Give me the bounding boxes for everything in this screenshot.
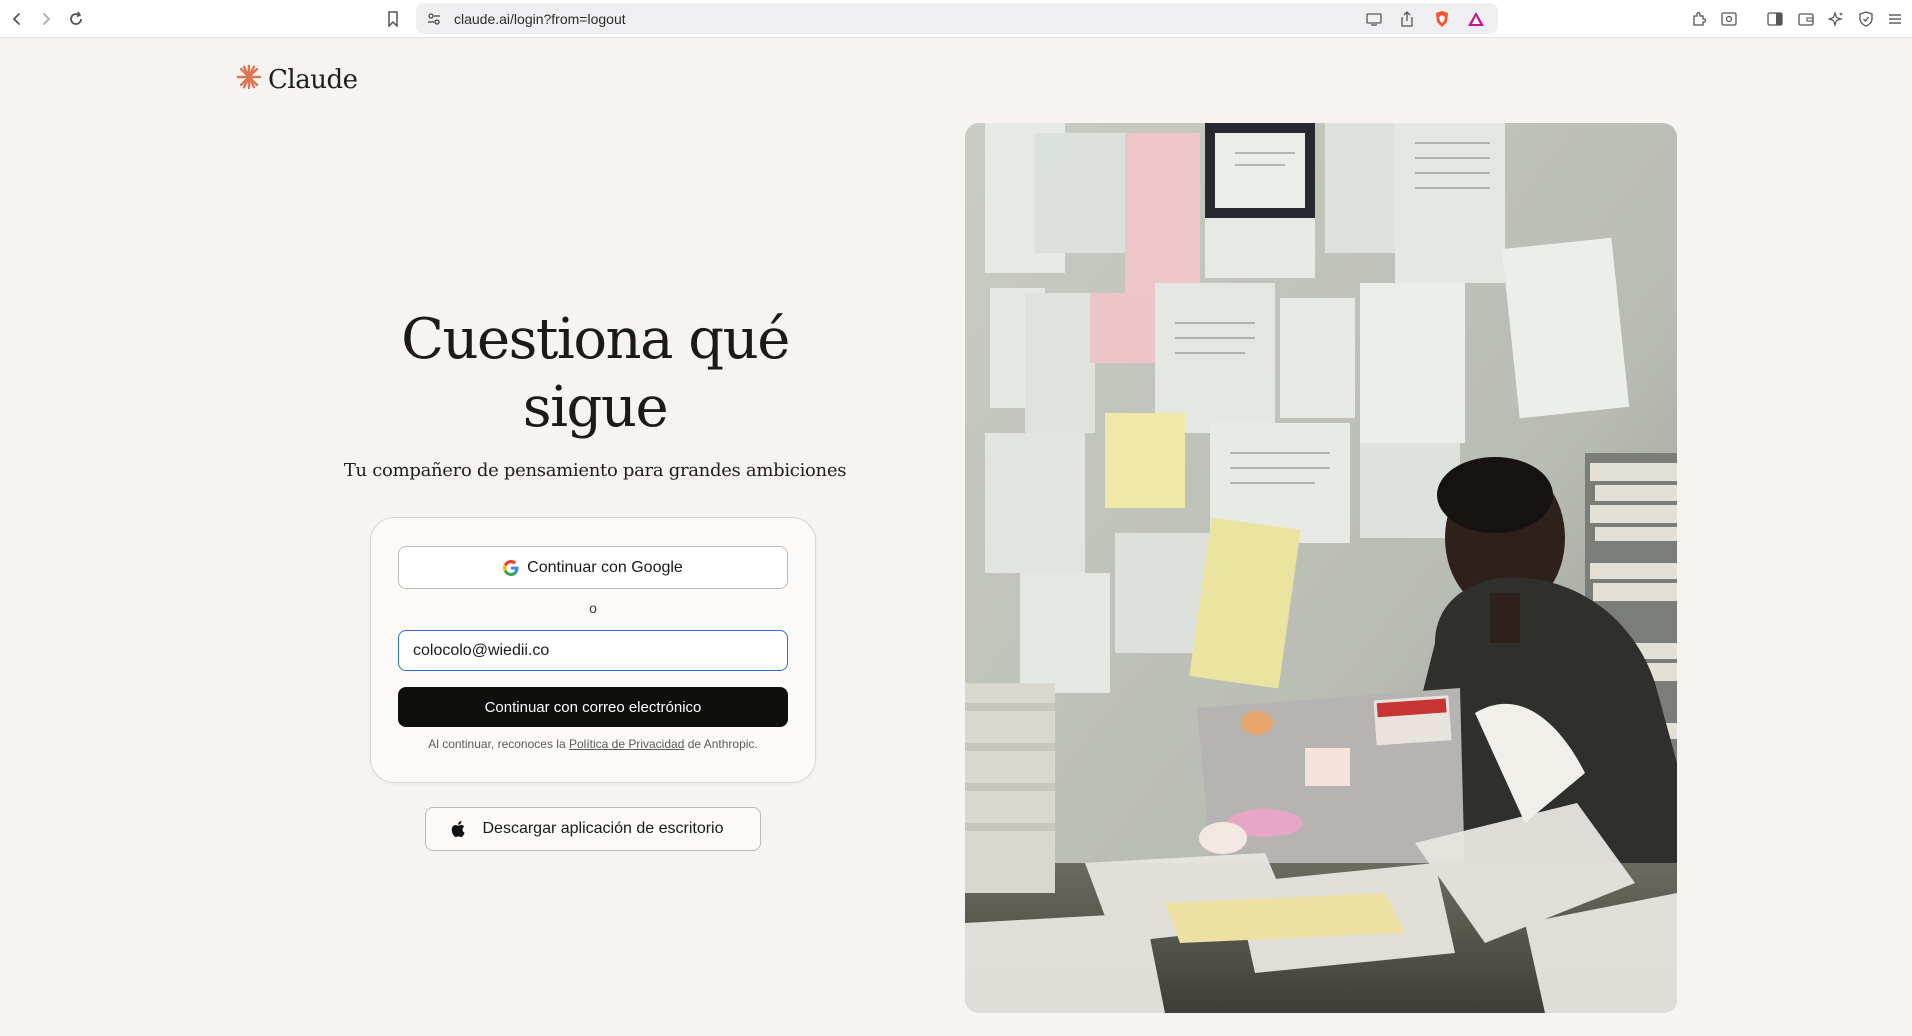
- leo-ai-icon[interactable]: [1825, 8, 1847, 30]
- download-desktop-label: Descargar aplicación de escritorio: [482, 820, 724, 837]
- browser-toolbar: claude.ai/login?from=logout: [0, 0, 1912, 38]
- sidebar-icon[interactable]: [1764, 8, 1786, 30]
- site-settings-icon[interactable]: [426, 11, 442, 27]
- share-icon[interactable]: [1397, 9, 1417, 29]
- legal-prefix: Al continuar, reconoces la: [428, 737, 566, 751]
- reload-icon[interactable]: [65, 8, 87, 30]
- office-scene-illustration: [965, 123, 1677, 1013]
- login-card: Continuar con Google o Continuar con cor…: [370, 517, 816, 783]
- menu-icon[interactable]: [1884, 8, 1906, 30]
- logo-text: Claude: [268, 64, 358, 95]
- bookmark-icon[interactable]: [382, 8, 404, 30]
- continue-with-google-button[interactable]: Continuar con Google: [398, 546, 788, 589]
- page-subtitle: Tu compañero de pensamiento para grandes…: [343, 460, 847, 481]
- brave-rewards-icon[interactable]: [1466, 9, 1486, 29]
- continue-with-email-button[interactable]: Continuar con correo electrónico: [398, 687, 788, 727]
- brave-shield-icon[interactable]: [1432, 9, 1452, 29]
- email-field[interactable]: [398, 630, 788, 671]
- hero-photo: [965, 123, 1677, 1013]
- forward-icon[interactable]: [35, 8, 57, 30]
- privacy-policy-link[interactable]: Política de Privacidad: [569, 737, 684, 751]
- claude-spark-icon: [236, 64, 262, 95]
- page-title: Cuestiona qué sigue: [330, 306, 860, 442]
- or-separator: o: [589, 600, 597, 616]
- download-desktop-app-button[interactable]: Descargar aplicación de escritorio: [425, 807, 761, 851]
- apple-icon: [449, 819, 469, 839]
- back-icon[interactable]: [6, 8, 28, 30]
- cast-icon[interactable]: [1364, 9, 1384, 29]
- title-line-2: sigue: [522, 375, 669, 440]
- extensions-icon[interactable]: [1688, 8, 1710, 30]
- legal-notice: Al continuar, reconoces la Política de P…: [371, 737, 815, 751]
- title-line-1: Cuestiona qué: [401, 307, 790, 372]
- address-bar[interactable]: claude.ai/login?from=logout: [416, 3, 1498, 34]
- google-button-label: Continuar con Google: [527, 558, 683, 576]
- legal-suffix: de Anthropic.: [687, 737, 758, 751]
- vpn-shield-icon[interactable]: [1855, 8, 1877, 30]
- wallet-icon[interactable]: [1795, 8, 1817, 30]
- screenshot-icon[interactable]: [1718, 8, 1740, 30]
- url-text[interactable]: claude.ai/login?from=logout: [454, 11, 626, 27]
- claude-logo[interactable]: Claude: [236, 64, 358, 95]
- google-icon: [503, 559, 519, 576]
